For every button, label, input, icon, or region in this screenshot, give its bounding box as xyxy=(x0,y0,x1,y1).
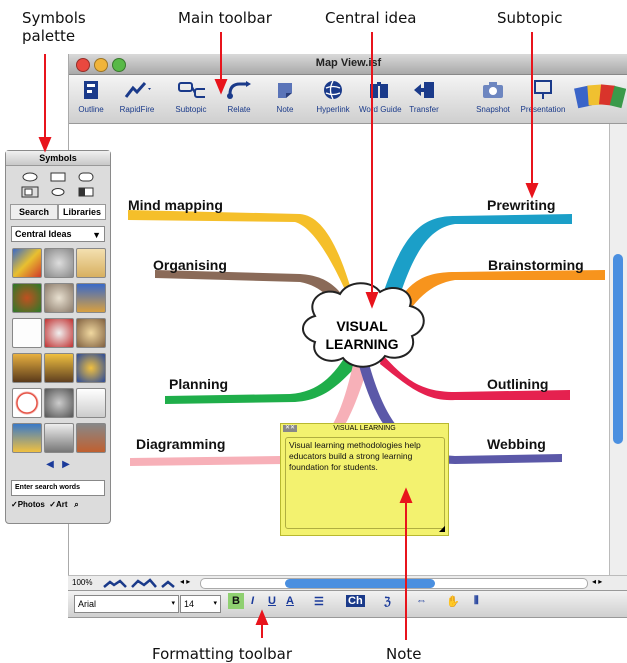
callout-arrows xyxy=(38,32,539,640)
